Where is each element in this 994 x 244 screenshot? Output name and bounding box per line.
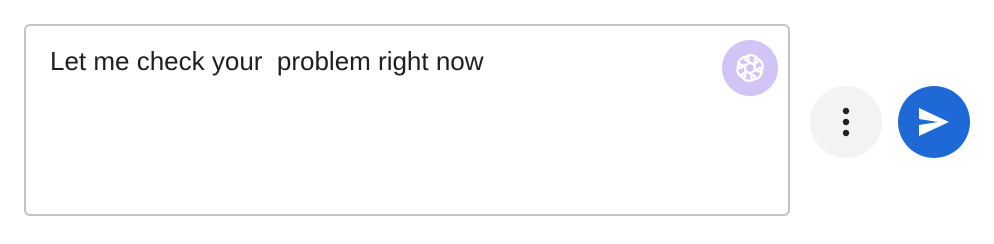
more-options-button[interactable] [810,86,882,158]
message-composer[interactable]: Let me check your problem right now [24,24,790,216]
more-vertical-icon [842,107,850,137]
send-icon [919,108,949,136]
openai-logo-icon [736,54,764,82]
send-button[interactable] [898,86,970,158]
message-input[interactable]: Let me check your problem right now [50,44,710,78]
ai-assist-button[interactable] [722,40,778,96]
